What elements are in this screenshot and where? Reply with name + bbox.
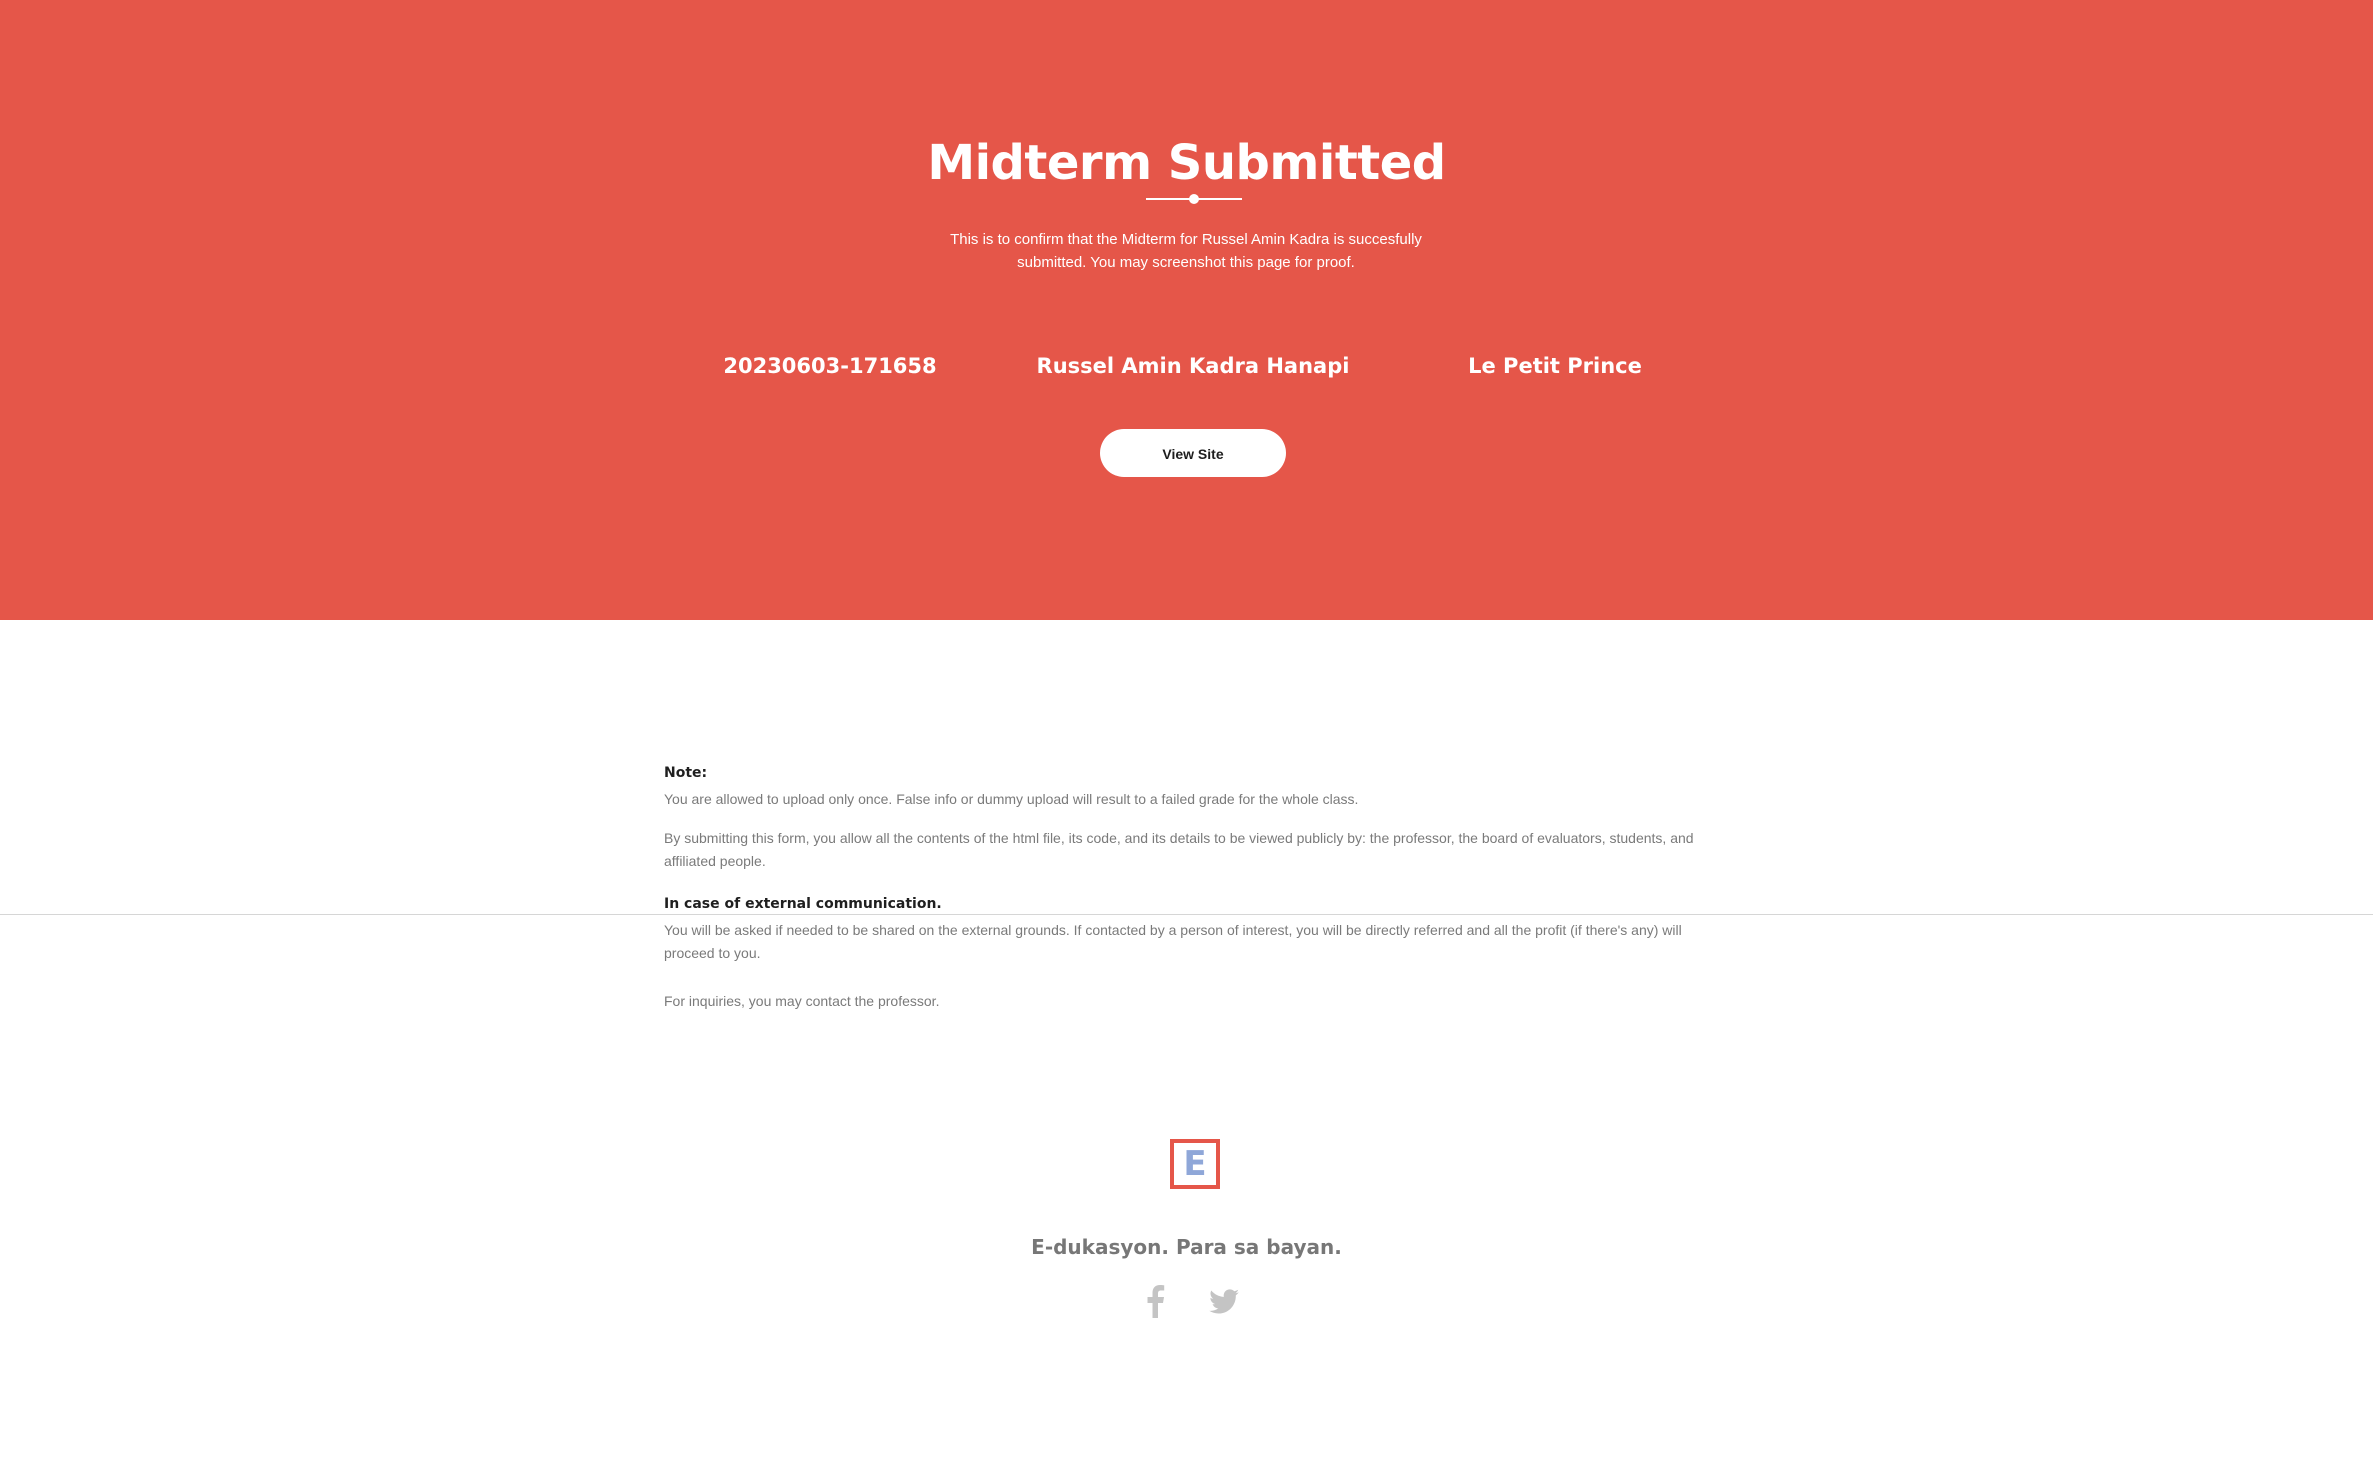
external-heading: In case of external communication.: [664, 896, 942, 912]
confirmation-text: This is to confirm that the Midterm for …: [950, 231, 1422, 271]
note-heading: Note:: [664, 765, 708, 781]
external-text: You will be asked if needed to be shared…: [664, 922, 1682, 961]
divider-dot: [1189, 194, 1199, 204]
twitter-icon[interactable]: [1206, 1284, 1242, 1320]
inquiries-text: For inquiries, you may contact the profe…: [664, 993, 940, 1009]
footer-tagline: E-dukasyon. Para sa bayan.: [1031, 1235, 1342, 1259]
submission-code: 20230603-171658: [723, 354, 937, 378]
edukasyon-logo[interactable]: E: [1170, 1139, 1220, 1189]
facebook-icon-svg: [1147, 1285, 1165, 1318]
facebook-icon[interactable]: [1138, 1284, 1174, 1320]
book-title: Le Petit Prince: [1468, 354, 1642, 378]
note-consent: By submitting this form, you allow all t…: [664, 830, 1694, 869]
title-divider: [1146, 190, 1242, 208]
confirmation-page: Midterm Submitted This is to confirm tha…: [0, 0, 2373, 1466]
page-title: Midterm Submitted: [927, 135, 1446, 191]
twitter-icon-svg: [1209, 1289, 1239, 1314]
note-upload-rule: You are allowed to upload only once. Fal…: [664, 791, 1359, 807]
notes-section: Note: You are allowed to upload only onc…: [664, 758, 1724, 1013]
student-name: Russel Amin Kadra Hanapi: [1036, 354, 1350, 378]
hero-section: Midterm Submitted This is to confirm tha…: [0, 0, 2373, 620]
view-site-button[interactable]: View Site: [1100, 429, 1286, 477]
